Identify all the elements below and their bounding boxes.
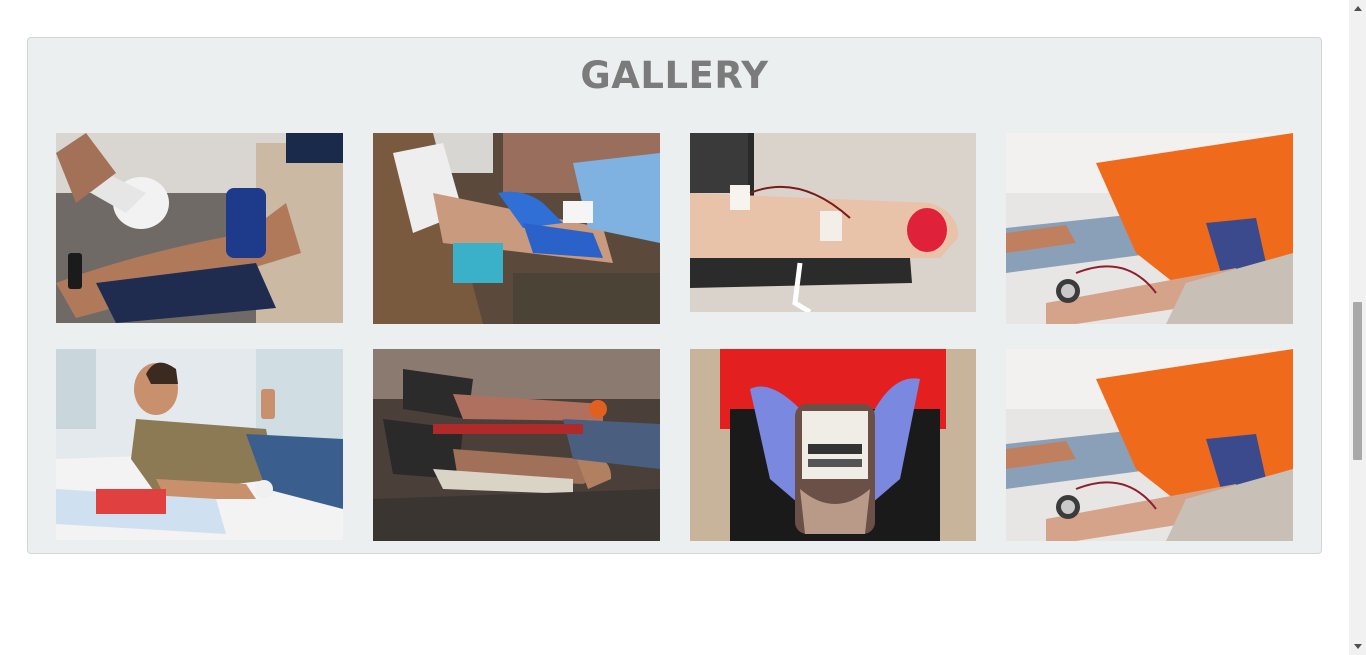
gallery-image-donors-cuffs[interactable] [373, 349, 660, 541]
gallery-image-man-thumbs-up[interactable] [56, 349, 343, 540]
page: GALLERY [0, 0, 1366, 655]
gallery-image-bp-cuff[interactable] [373, 133, 660, 324]
scroll-up-button[interactable] [1349, 0, 1366, 17]
scroll-down-button[interactable] [1349, 638, 1366, 655]
gallery-section: GALLERY [27, 37, 1322, 554]
gallery-image-orange-shirt[interactable] [1006, 133, 1293, 324]
gallery-title: GALLERY [580, 54, 769, 97]
gallery-image-orange-shirt-2[interactable] [1006, 349, 1293, 541]
gallery-image-blood-bag[interactable] [690, 349, 976, 541]
arrow-down-icon [1353, 644, 1362, 649]
vertical-scrollbar[interactable] [1349, 0, 1366, 655]
scrollbar-thumb[interactable] [1353, 302, 1362, 460]
arrow-up-icon [1353, 6, 1362, 11]
gallery-image-arm-tourniquet[interactable] [56, 133, 343, 323]
gallery-image-red-ball[interactable] [690, 133, 976, 312]
